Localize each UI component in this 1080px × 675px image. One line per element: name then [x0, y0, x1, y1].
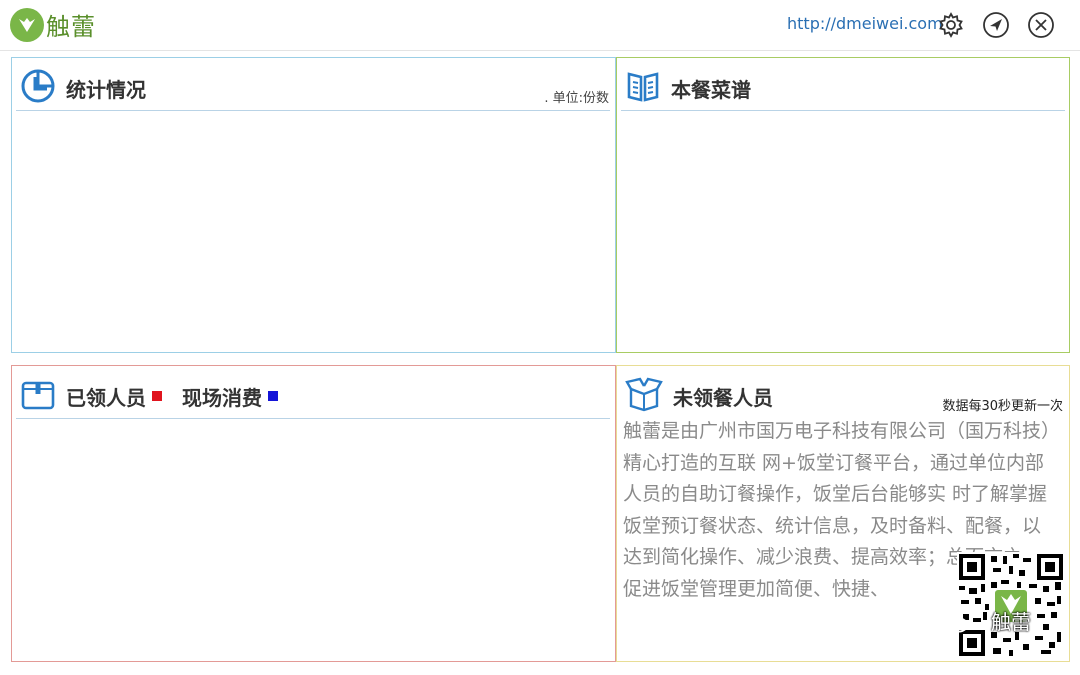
- onsite-legend-label: 现场消费: [182, 385, 262, 410]
- divider: [16, 418, 610, 419]
- site-url-link[interactable]: http://dmeiwei.com: [787, 14, 943, 33]
- received-legend-swatch: [152, 391, 162, 401]
- not-received-panel-header: 未领餐人员: [625, 376, 773, 416]
- open-box-icon: [625, 376, 663, 416]
- stats-panel: 统计情况 . 单位:份数: [11, 57, 616, 353]
- close-icon[interactable]: [1027, 11, 1055, 39]
- menu-panel: 本餐菜谱: [616, 57, 1070, 353]
- menu-panel-header: 本餐菜谱: [625, 68, 751, 108]
- wechat-icon: [939, 610, 969, 638]
- not-received-panel: 未领餐人员 数据每30秒更新一次 触蕾是由广州市国万电子科技有限公司（国万科技）…: [616, 365, 1070, 662]
- brand-name: 触蕾: [46, 13, 96, 41]
- not-received-panel-title: 未领餐人员: [673, 385, 773, 410]
- unit-label: . 单位:份数: [544, 91, 609, 106]
- qr-code-icon: [957, 552, 1065, 658]
- received-panel-title: 已领人员: [66, 385, 146, 410]
- brand-logo[interactable]: 触蕾: [10, 7, 96, 42]
- pie-chart-icon: [20, 68, 56, 108]
- qr-code: [957, 552, 1065, 658]
- divider: [16, 110, 610, 111]
- logo-icon: [10, 7, 44, 42]
- gear-icon[interactable]: [937, 11, 965, 39]
- menu-panel-title: 本餐菜谱: [671, 77, 751, 102]
- stats-panel-title: 统计情况: [66, 77, 146, 102]
- stats-panel-header: 统计情况: [20, 68, 146, 108]
- divider: [621, 110, 1065, 111]
- qr-brand-label: 触蕾: [991, 610, 1031, 634]
- navigate-icon[interactable]: [982, 11, 1010, 39]
- received-panel: 已领人员 现场消费: [11, 365, 616, 662]
- box-icon: [20, 376, 56, 416]
- book-icon: [625, 68, 661, 108]
- refresh-note: 数据每30秒更新一次: [942, 399, 1063, 414]
- onsite-legend-swatch: [268, 391, 278, 401]
- received-panel-header: 已领人员 现场消费: [20, 376, 278, 416]
- top-bar: 触蕾 http://dmeiwei.com: [0, 0, 1080, 51]
